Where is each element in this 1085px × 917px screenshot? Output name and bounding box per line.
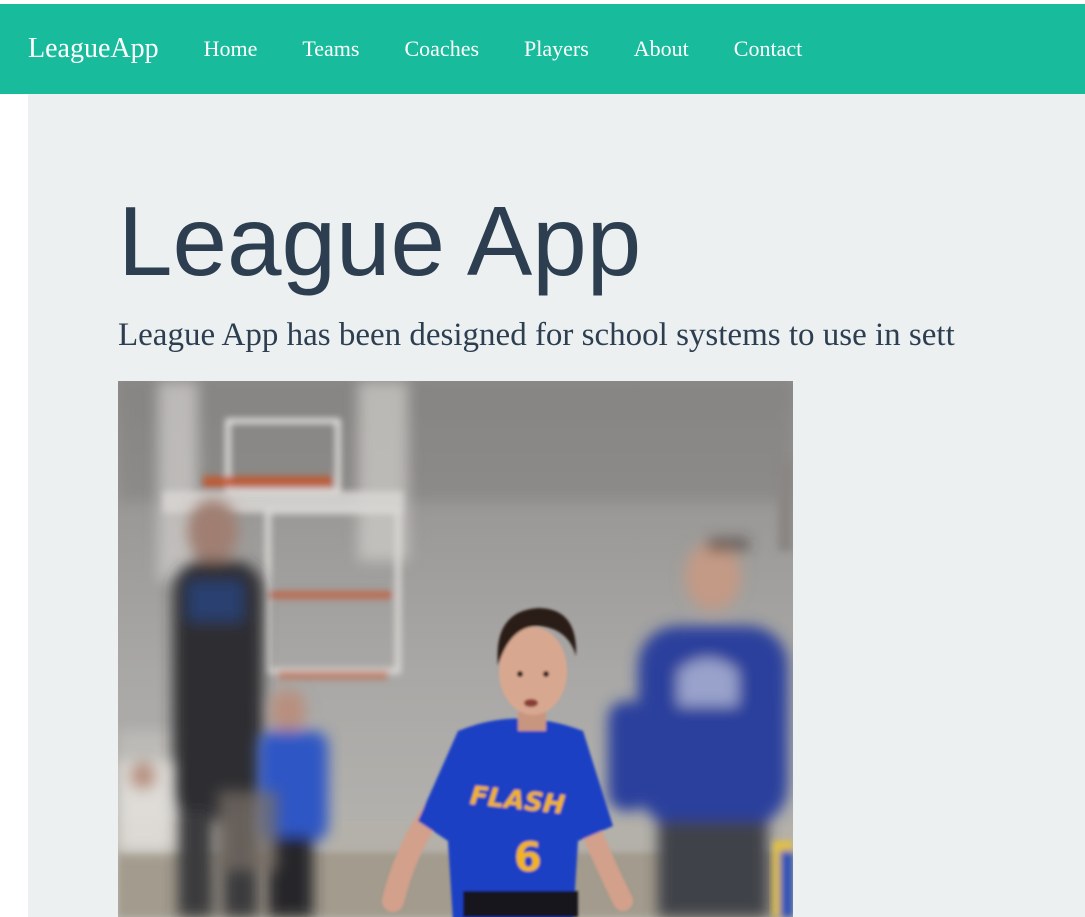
nav-item-contact[interactable]: Contact [734, 36, 802, 62]
nav-menu: Home Teams Coaches Players About Contact [204, 36, 848, 62]
hero-photo-basketball-player: FLASH 6 [118, 381, 793, 917]
navbar: LeagueApp Home Teams Coaches Players Abo… [0, 4, 1085, 94]
nav-item-about[interactable]: About [634, 36, 689, 62]
nav-item-home[interactable]: Home [204, 36, 258, 62]
nav-item-players[interactable]: Players [524, 36, 589, 62]
photo-illustration: FLASH 6 [118, 381, 793, 917]
jumbotron: League App League App has been designed … [28, 94, 1085, 917]
lead-paragraph: League App has been designed for school … [118, 317, 955, 353]
jersey-number: 6 [514, 835, 542, 881]
nav-item-teams[interactable]: Teams [302, 36, 359, 62]
brand-logo-link[interactable]: LeagueApp [28, 33, 159, 65]
page-title: League App [118, 186, 642, 296]
nav-item-coaches[interactable]: Coaches [404, 36, 479, 62]
